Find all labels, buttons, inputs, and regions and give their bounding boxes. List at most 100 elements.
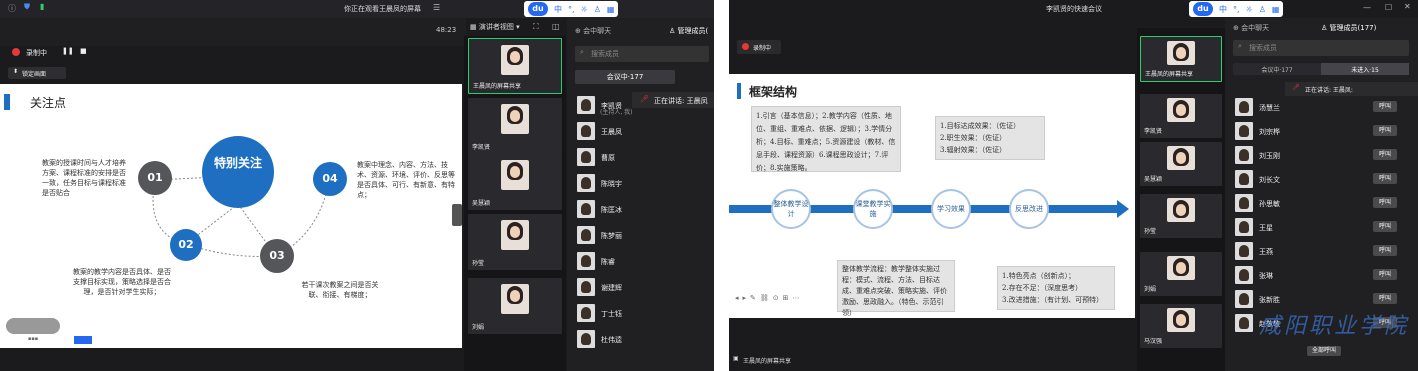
user-icon[interactable]: ♙ <box>1259 5 1266 14</box>
node-implementation: 课堂教学实施 <box>853 189 893 229</box>
tab-in-meeting[interactable]: 会议中·177 <box>575 70 675 84</box>
speaker-view-button[interactable]: ▦ 演讲者视图 ▾ <box>470 22 520 32</box>
video-tile[interactable]: 孙莹 <box>1140 194 1222 238</box>
member-row[interactable]: 王燕 呼叫 <box>1225 240 1418 264</box>
video-tile[interactable]: 王晨凤的屏幕共享 <box>1140 36 1222 82</box>
stop-icon[interactable]: ■ <box>80 47 87 55</box>
slide-toolbar[interactable]: ◂▸✎⛓⊙⊞⋯ <box>735 294 835 306</box>
member-name: 刘长文 <box>1259 176 1280 184</box>
fullscreen-icon[interactable]: ⛶ <box>533 22 539 32</box>
punct-icon[interactable]: °, <box>1233 5 1240 14</box>
slide-title: 框架结构 <box>749 85 798 99</box>
call-button[interactable]: 呼叫 <box>1373 269 1397 280</box>
video-tile[interactable]: 李凯贤 <box>468 98 562 154</box>
tab-not-joined[interactable]: 未进入·15 <box>1321 63 1409 75</box>
video-tile[interactable]: 吴慧颖 <box>1140 142 1222 186</box>
participant-avatar <box>1167 256 1195 280</box>
member-search-input[interactable]: ⌕ 搜索成员 <box>1233 40 1409 56</box>
sidebar-icon[interactable]: ◫ <box>552 22 560 31</box>
menu-icon[interactable]: ☰ <box>433 3 440 12</box>
member-row[interactable]: 刘长文 呼叫 <box>1225 168 1418 192</box>
video-tile[interactable]: 马汉强 <box>1140 304 1222 348</box>
member-row[interactable]: 孙思敏 呼叫 <box>1225 192 1418 216</box>
call-button[interactable]: 呼叫 <box>1373 173 1397 184</box>
punct-icon[interactable]: °, <box>568 5 575 14</box>
skin-icon[interactable]: ☼ <box>581 5 588 14</box>
video-tile[interactable]: 吴慧颖 <box>468 154 562 210</box>
call-button[interactable]: 呼叫 <box>1373 221 1397 232</box>
tile-name: 吴慧颖 <box>1144 176 1163 183</box>
call-all-button[interactable]: 全部呼叫 <box>1307 346 1341 356</box>
member-avatar <box>577 122 595 140</box>
members-tab[interactable]: ♙ 管理成员( <box>669 26 708 36</box>
member-row[interactable]: 谢建辉 <box>567 276 714 300</box>
member-row[interactable]: 曹原 <box>567 146 714 170</box>
video-tile[interactable]: 刘娟 <box>468 278 562 334</box>
member-name: 陈晓宇 <box>601 180 622 188</box>
member-row[interactable]: 王星 呼叫 <box>1225 216 1418 240</box>
node-reflection: 反思改进 <box>1009 189 1049 229</box>
grid-icon[interactable]: ▦ <box>607 5 615 14</box>
member-row[interactable]: 陈睿 <box>567 250 714 274</box>
chat-tab[interactable]: ⊕ 会中聊天 <box>1233 23 1269 33</box>
member-row[interactable]: 陈梦丽 <box>567 224 714 248</box>
tile-name: 刘娟 <box>472 324 485 331</box>
member-avatar <box>1235 314 1253 332</box>
info-icon[interactable]: ⓘ <box>8 3 16 14</box>
zh-mode-icon[interactable]: 中 <box>1219 4 1227 15</box>
tile-name: 李凯贤 <box>1144 128 1163 135</box>
call-button[interactable]: 呼叫 <box>1373 293 1397 304</box>
member-row[interactable]: 汤慧兰 呼叫 <box>1225 96 1418 120</box>
zh-mode-icon[interactable]: 中 <box>554 4 562 15</box>
member-search-input[interactable]: ⌕ 搜索成员 <box>575 46 709 62</box>
slide-footer-logo: ▪▪▪ <box>28 336 39 342</box>
call-button[interactable]: 呼叫 <box>1373 101 1397 112</box>
close-icon[interactable]: ✕ <box>1404 2 1411 11</box>
minimize-icon[interactable]: — <box>1363 3 1371 12</box>
chat-tab[interactable]: ⊕ 会中聊天 <box>575 26 611 36</box>
video-tile[interactable]: 李凯贤 <box>1140 94 1222 138</box>
member-row[interactable]: 张琳 呼叫 <box>1225 264 1418 288</box>
member-row[interactable]: 王晨凤 <box>567 120 714 144</box>
user-icon[interactable]: ♙ <box>594 5 601 14</box>
slide-footer-badge <box>74 336 92 344</box>
tile-name: 孙莹 <box>1144 228 1157 235</box>
member-row[interactable]: 刘宗桦 呼叫 <box>1225 120 1418 144</box>
member-row[interactable]: 刘玉刚 呼叫 <box>1225 144 1418 168</box>
members-tab[interactable]: ♙ 管理成员(177) <box>1321 23 1376 33</box>
share-label: 王晨凤的屏幕共享 <box>743 358 792 365</box>
shield-icon[interactable]: ⛊ <box>24 2 30 12</box>
call-button[interactable]: 呼叫 <box>1373 197 1397 208</box>
member-name: 刘玉刚 <box>1259 152 1280 160</box>
ime-toolbar[interactable]: du 中 °, ☼ ♙ ▦ <box>524 1 619 17</box>
collapse-handle[interactable] <box>452 204 462 226</box>
box-effects: 1.目标达成效果：（佐证） 2.职生效果：（佐证） 3.辐射效果：（佐证） <box>935 116 1045 160</box>
tab-in-meeting[interactable]: 会议中·177 <box>1233 63 1321 75</box>
skin-icon[interactable]: ☼ <box>1246 5 1253 14</box>
member-row[interactable]: 陈晓宇 <box>567 172 714 196</box>
participant-avatar <box>501 45 529 75</box>
member-row[interactable]: 丁士钰 <box>567 302 714 326</box>
call-button[interactable]: 呼叫 <box>1373 149 1397 160</box>
participant-avatar <box>501 160 529 190</box>
slide-controls[interactable] <box>6 318 60 334</box>
right-ime-toolbar[interactable]: du 中 °, ☼ ♙ ▦ <box>1189 1 1284 17</box>
member-row[interactable]: 杜伟逵 <box>567 328 714 352</box>
video-tile[interactable]: 孙莹 <box>468 214 562 270</box>
title-accent <box>737 83 741 99</box>
pause-icon[interactable]: ❚❚ <box>62 47 74 55</box>
call-button[interactable]: 呼叫 <box>1373 245 1397 256</box>
right-title-bar: 李凯贤的快速会议 du 中 °, ☼ ♙ ▦ — ☐ ✕ <box>729 0 1418 18</box>
member-avatar <box>577 226 595 244</box>
watermark-logo: 咸阳职业学院 <box>1259 314 1410 339</box>
grid-icon[interactable]: ▦ <box>1272 5 1280 14</box>
lock-view-button[interactable]: ⬍ 锁定画面 <box>8 67 66 79</box>
maximize-icon[interactable]: ☐ <box>1385 3 1392 12</box>
video-tile[interactable]: 刘娟 <box>1140 252 1222 296</box>
participant-avatar <box>1167 198 1195 222</box>
call-button[interactable]: 呼叫 <box>1373 125 1397 136</box>
video-tile[interactable]: 王晨凤的屏幕共享 <box>468 38 562 94</box>
member-avatar <box>1235 290 1253 308</box>
member-row[interactable]: 陈匡冰 <box>567 198 714 222</box>
search-icon: ⌕ <box>1238 42 1242 50</box>
